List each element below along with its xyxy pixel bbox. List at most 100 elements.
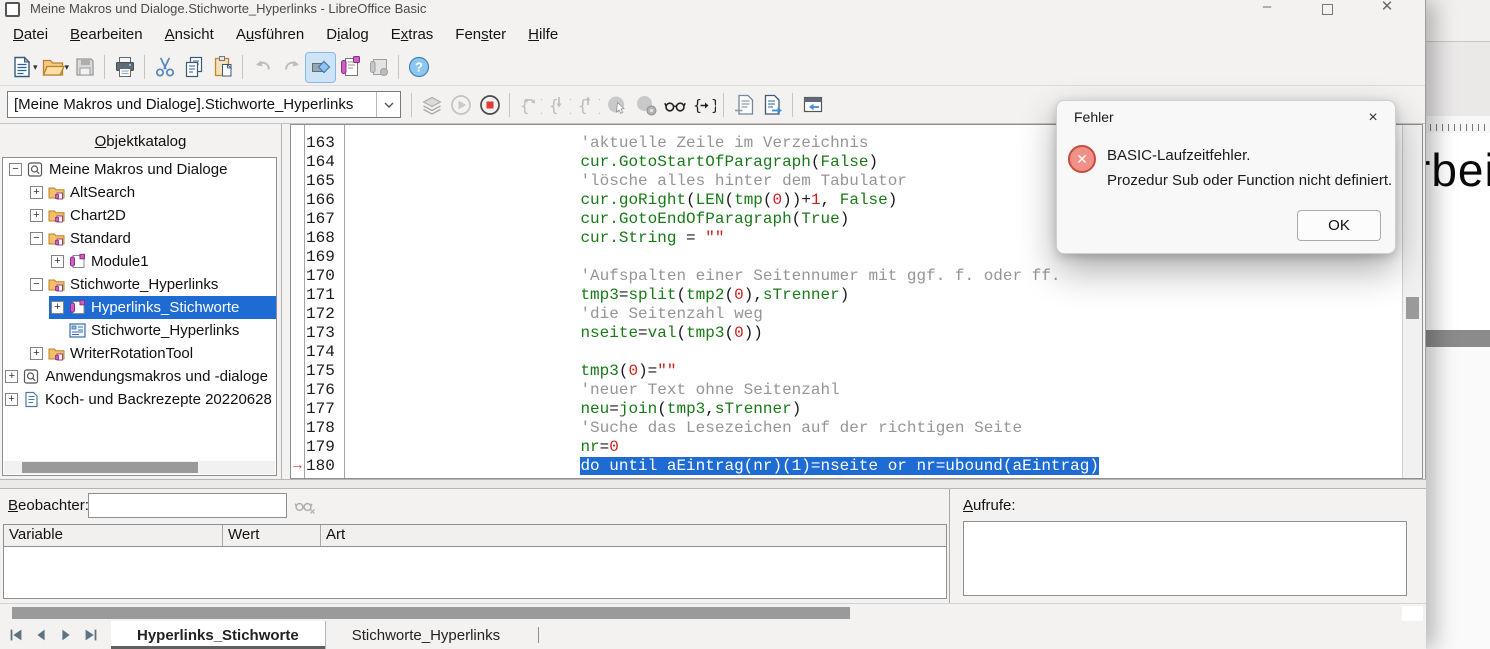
menu-bearbeiten[interactable]: Bearbeiten: [59, 22, 154, 47]
undo-icon[interactable]: [248, 53, 277, 82]
code-text[interactable]: 'Suche das Lesezeichen auf der richtigen…: [344, 419, 1022, 438]
code-text[interactable]: 'aktuelle Zeile im Verzeichnis: [344, 134, 868, 153]
step-out-icon[interactable]: { }: [573, 90, 602, 119]
tree-item-row[interactable]: +Hyperlinks_Stichworte: [49, 296, 276, 319]
expand-icon[interactable]: +: [5, 370, 18, 383]
breakpoint-gutter[interactable]: [291, 381, 304, 400]
collapse-icon[interactable]: −: [9, 163, 22, 176]
editor-scrollbar-thumb[interactable]: [1406, 297, 1419, 319]
collapse-icon[interactable]: −: [30, 232, 43, 245]
code-text[interactable]: do until aEintrag(nr)(1)=nseite or nr=ub…: [344, 457, 1099, 476]
compile-icon[interactable]: [417, 90, 446, 119]
code-text[interactable]: 'lösche alles hinter dem Tabulator: [344, 172, 907, 191]
cut-icon[interactable]: [150, 53, 179, 82]
enable-watch-icon[interactable]: [660, 90, 689, 119]
code-line[interactable]: 172 'die Seitenzahl weg: [291, 305, 1402, 324]
manage-dialogs-icon[interactable]: [364, 53, 393, 82]
tree-item-row[interactable]: −Stichworte_Hyperlinks: [28, 273, 276, 296]
select-macro-icon[interactable]: [335, 53, 364, 82]
code-text[interactable]: [344, 343, 350, 362]
import-source-icon[interactable]: [729, 90, 758, 119]
code-text[interactable]: neu=join(tmp3,sTrenner): [344, 400, 801, 419]
code-text[interactable]: nr=0: [344, 438, 619, 457]
tree-item[interactable]: +AltSearch: [3, 181, 276, 204]
breakpoint-gutter[interactable]: [291, 343, 304, 362]
code-text[interactable]: cur.GotoEndOfParagraph(True): [344, 210, 849, 229]
breakpoint-gutter[interactable]: [291, 324, 304, 343]
print-icon[interactable]: [110, 53, 139, 82]
paste-icon[interactable]: [208, 53, 237, 82]
new-document-icon[interactable]: [7, 53, 36, 82]
code-text[interactable]: [344, 248, 350, 267]
code-line[interactable]: 174: [291, 343, 1402, 362]
code-text[interactable]: cur.String = "": [344, 229, 724, 248]
breakpoint-gutter[interactable]: [291, 305, 304, 324]
catalog-horizontal-scrollbar[interactable]: [4, 461, 275, 474]
object-catalog-icon[interactable]: [306, 53, 335, 82]
code-line[interactable]: 175 tmp3(0)="": [291, 362, 1402, 381]
tree-item-row[interactable]: +Module1: [49, 250, 276, 273]
code-text[interactable]: nseite=val(tmp3(0)): [344, 324, 763, 343]
code-text[interactable]: tmp3(0)="": [344, 362, 676, 381]
code-line[interactable]: 173 nseite=val(tmp3(0)): [291, 324, 1402, 343]
tree-item-row[interactable]: −Meine Makros und Dialoge: [7, 158, 276, 181]
calls-listbox[interactable]: [963, 521, 1407, 596]
expand-icon[interactable]: +: [51, 301, 64, 314]
catalog-scrollbar-thumb[interactable]: [22, 462, 198, 473]
manage-breakpoints-icon[interactable]: [631, 90, 660, 119]
expand-icon[interactable]: +: [5, 393, 18, 406]
main-scrollbar-thumb[interactable]: [12, 607, 850, 619]
breakpoint-gutter[interactable]: [291, 362, 304, 381]
breakpoint-gutter[interactable]: [291, 419, 304, 438]
tree-item[interactable]: −Stichworte_Hyperlinks: [3, 273, 276, 296]
breakpoint-gutter[interactable]: [291, 286, 304, 305]
breakpoint-gutter[interactable]: [291, 248, 304, 267]
expand-icon[interactable]: +: [30, 209, 43, 222]
nav-prev-icon[interactable]: [31, 625, 51, 645]
dock-window-icon[interactable]: [798, 90, 827, 119]
tree-item-row[interactable]: +Koch- und Backrezepte 20220628 -: [3, 388, 277, 411]
step-into-icon[interactable]: { }: [544, 90, 573, 119]
menu-ausf-hren[interactable]: Ausführen: [225, 22, 315, 47]
breakpoint-gutter[interactable]: [291, 210, 304, 229]
expand-icon[interactable]: +: [30, 186, 43, 199]
dropdown-arrow-icon[interactable]: ▾: [65, 62, 70, 73]
tree-item[interactable]: +WriterRotationTool: [3, 342, 276, 365]
column-header-variable[interactable]: Variable: [4, 525, 223, 546]
tree-item-row[interactable]: +AltSearch: [28, 181, 276, 204]
breakpoint-gutter[interactable]: [291, 400, 304, 419]
menu-ansicht[interactable]: Ansicht: [154, 22, 225, 47]
redo-icon[interactable]: [277, 53, 306, 82]
copy-icon[interactable]: [179, 53, 208, 82]
code-text[interactable]: cur.GotoStartOfParagraph(False): [344, 153, 878, 172]
step-over-icon[interactable]: { }: [515, 90, 544, 119]
tree-item[interactable]: +Chart2D: [3, 204, 276, 227]
tree-item-row[interactable]: +Chart2D: [28, 204, 276, 227]
module-tab-hyperlinks_stichworte[interactable]: Hyperlinks_Stichworte: [111, 621, 326, 649]
nav-last-icon[interactable]: [81, 625, 101, 645]
tree-item[interactable]: +Koch- und Backrezepte 20220628 -: [3, 388, 276, 411]
tree-item[interactable]: −Standard: [3, 227, 276, 250]
close-icon[interactable]: ✕: [1375, 0, 1399, 15]
nav-first-icon[interactable]: [6, 625, 26, 645]
module-tab-stichworte_hyperlinks[interactable]: Stichworte_Hyperlinks: [326, 621, 526, 649]
tree-item[interactable]: −Meine Makros und Dialoge: [3, 158, 276, 181]
breakpoint-gutter[interactable]: [291, 229, 304, 248]
library-selector[interactable]: [Meine Makros und Dialoge].Stichworte_Hy…: [7, 91, 401, 118]
chevron-down-icon[interactable]: [376, 92, 400, 117]
remove-watch-icon[interactable]: [293, 494, 317, 518]
add-watch-icon[interactable]: { }: [689, 90, 718, 119]
code-line[interactable]: 179 nr=0: [291, 438, 1402, 457]
menu-extras[interactable]: Extras: [380, 22, 445, 47]
column-header-art[interactable]: Art: [321, 525, 946, 546]
breakpoint-gutter[interactable]: [291, 172, 304, 191]
watch-input[interactable]: [88, 493, 287, 518]
breakpoint-gutter[interactable]: [291, 153, 304, 172]
expand-icon[interactable]: +: [30, 347, 43, 360]
maximize-icon[interactable]: [1315, 0, 1339, 15]
column-header-wert[interactable]: Wert: [223, 525, 321, 546]
tree-item-row[interactable]: +Anwendungsmakros und -dialoge: [3, 365, 276, 388]
code-line[interactable]: →180 do until aEintrag(nr)(1)=nseite or …: [291, 457, 1402, 476]
stop-icon[interactable]: [475, 90, 504, 119]
code-text[interactable]: tmp3=split(tmp2(0),sTrenner): [344, 286, 849, 305]
